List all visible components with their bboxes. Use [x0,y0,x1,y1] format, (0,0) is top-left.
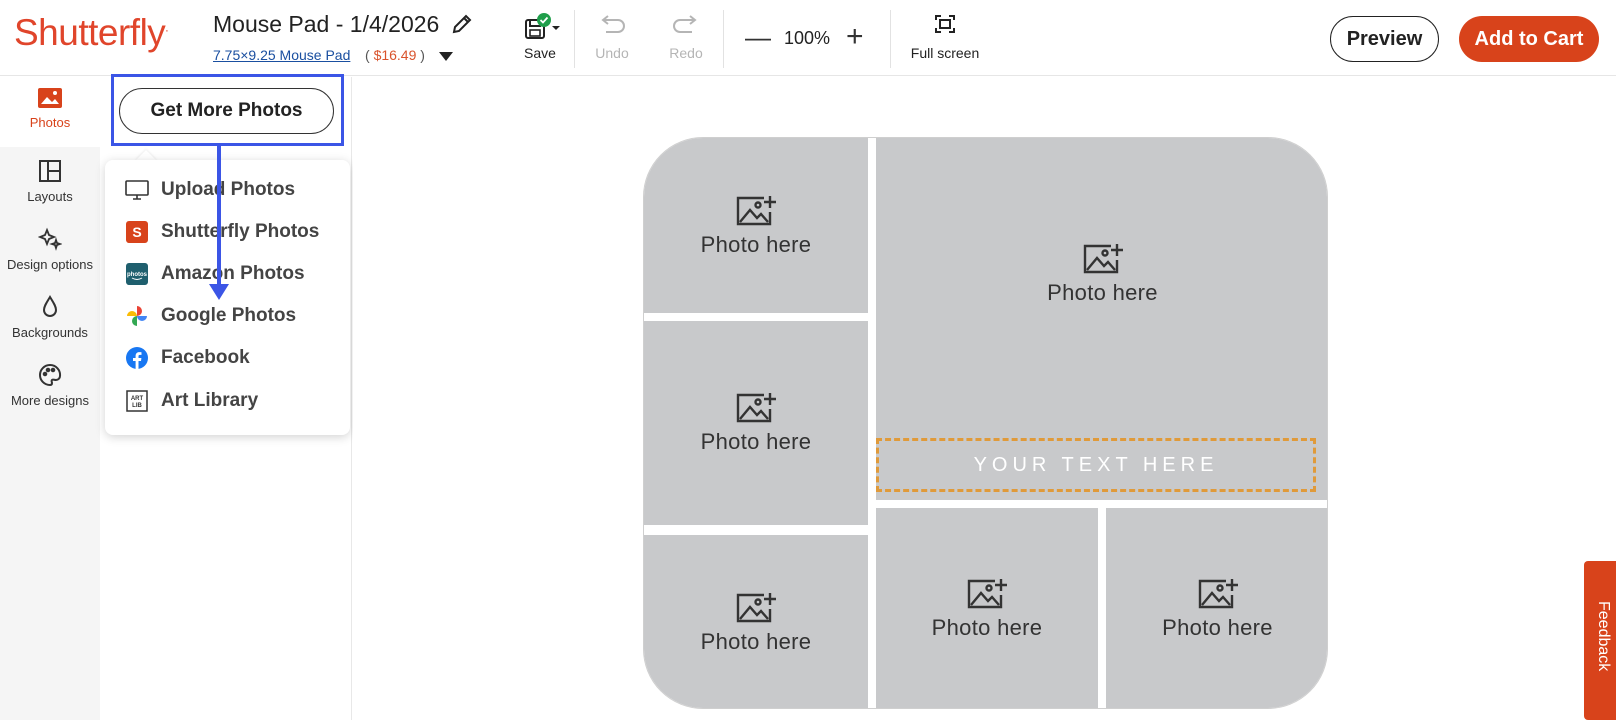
undo-icon [601,15,625,33]
svg-text:ART: ART [131,396,144,402]
layout-icon [39,160,61,182]
facebook-icon [126,347,148,369]
undo-button[interactable]: Undo [594,12,630,61]
toolbar-divider [574,10,575,68]
monitor-icon [125,180,149,200]
add-photo-icon [736,393,776,423]
zoom-in-button[interactable]: + [846,20,864,54]
sparkle-icon [38,227,62,251]
photo-slot-5[interactable]: Photo here [876,508,1098,708]
art-library-icon: ARTLIB [126,390,148,412]
photo-icon [38,88,62,108]
redo-icon [673,15,697,33]
add-photo-icon [1198,579,1238,609]
add-photo-icon [736,195,776,225]
edit-pencil-icon[interactable] [450,12,474,36]
svg-text:S: S [132,224,141,240]
full-screen-button[interactable]: Full screen [910,12,980,61]
add-photo-icon [736,592,776,622]
rail-item-design-options[interactable]: Design options [0,227,100,272]
shutterfly-logo[interactable]: Shutterfly. [14,12,169,54]
photo-slot-2[interactable]: Photo here [644,321,868,525]
menu-item-upload-photos[interactable]: Upload Photos [125,176,295,204]
menu-item-art-library[interactable]: ART LIB Art Library [125,387,258,415]
droplet-icon [42,295,58,317]
save-icon [525,13,560,39]
redo-button[interactable]: Redo [668,12,704,61]
highlight-annotation [111,74,344,146]
save-button[interactable]: Save [518,12,562,61]
toolbar-divider [890,10,891,68]
product-size-link[interactable]: 7.75×9.25 Mouse Pad [213,47,350,63]
add-to-cart-button[interactable]: Add to Cart [1459,16,1599,62]
svg-text:photos: photos [127,272,148,278]
product-dropdown-caret-icon[interactable] [439,52,453,61]
preview-button[interactable]: Preview [1330,16,1439,62]
menu-item-shutterfly-photos[interactable]: S Shutterfly Photos [125,218,319,246]
zoom-out-button[interactable]: — [745,22,771,53]
add-photo-icon [1083,244,1123,274]
rail-item-backgrounds[interactable]: Backgrounds [0,295,100,340]
menu-item-google-photos[interactable]: Google Photos [125,302,296,330]
left-tool-rail: Photos Layouts Design options Background… [0,77,100,720]
product-price: ( $16.49 ) [365,47,425,63]
text-placeholder-box[interactable]: YOUR TEXT HERE [876,438,1316,492]
shutterfly-icon: S [126,221,148,243]
svg-text:LIB: LIB [132,403,142,409]
add-photo-icon [967,579,1007,609]
annotation-arrow-head [209,284,229,300]
rail-item-more-designs[interactable]: More designs [0,363,100,408]
toolbar-divider [723,10,724,68]
project-title[interactable]: Mouse Pad - 1/4/2026 [213,11,439,38]
menu-item-facebook[interactable]: Facebook [125,344,250,372]
rail-item-layouts[interactable]: Layouts [0,159,100,204]
photo-slot-6[interactable]: Photo here [1106,508,1327,708]
top-bar: Shutterfly. Mouse Pad - 1/4/2026 7.75×9.… [0,0,1616,76]
photo-slot-3[interactable]: Photo here [644,535,868,708]
mouse-pad-canvas: Photo here Photo here Photo here Photo h… [643,137,1328,709]
photo-slot-1[interactable]: Photo here [644,138,868,313]
google-photos-icon [127,306,147,326]
annotation-arrow-shaft [217,146,221,286]
full-screen-icon [935,15,955,33]
feedback-tab[interactable]: Feedback [1584,561,1616,720]
palette-icon [39,363,62,387]
zoom-level: 100% [784,28,831,48]
amazon-photos-icon: photos [126,263,148,285]
rail-item-photos[interactable]: Photos [0,77,100,147]
